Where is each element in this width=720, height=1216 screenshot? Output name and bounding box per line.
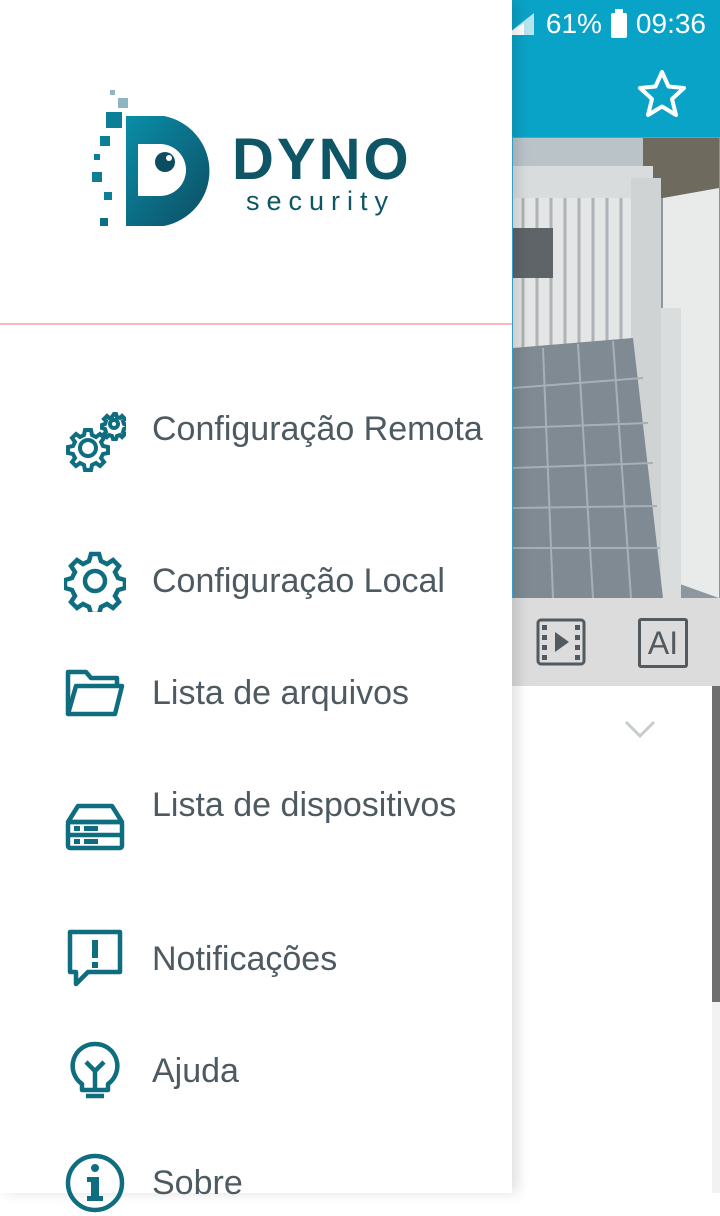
info-icon bbox=[65, 1153, 125, 1213]
battery-percent: 61% bbox=[545, 8, 602, 39]
camera-live-view[interactable] bbox=[512, 137, 720, 599]
menu-item-lista-de-dispositivos[interactable]: Lista de dispositivos bbox=[0, 776, 512, 884]
menu-item-configuracao-remota[interactable]: Configuração Remota bbox=[0, 398, 512, 506]
clock: 09:36 bbox=[635, 8, 706, 39]
menu-item-configuracao-local[interactable]: Configuração Local bbox=[0, 548, 512, 614]
menu-label-configuracao-remota: Configuração Remota bbox=[152, 410, 483, 448]
camera-frame-image bbox=[513, 138, 719, 598]
menu-item-notificacoes[interactable]: Notificações bbox=[0, 926, 512, 992]
menu-label-lista-de-arquivos: Lista de arquivos bbox=[152, 674, 410, 712]
chevron-down-icon[interactable] bbox=[620, 712, 660, 746]
menu-label-ajuda: Ajuda bbox=[152, 1052, 239, 1090]
menu-label-lista-de-dispositivos: Lista de dispositivos bbox=[152, 786, 457, 824]
status-indicators: 61% 09:36 bbox=[504, 8, 706, 40]
ai-icon[interactable]: AI bbox=[638, 618, 688, 668]
menu-label-configuracao-local: Configuração Local bbox=[152, 562, 445, 600]
lower-panel bbox=[512, 686, 712, 1193]
logo-subtitle: security bbox=[246, 186, 396, 216]
ai-label: AI bbox=[647, 625, 679, 661]
camera-toolbar: AI bbox=[512, 598, 720, 686]
logo-title: DYNO bbox=[232, 127, 412, 192]
folder-icon bbox=[65, 669, 125, 717]
battery-icon bbox=[610, 9, 627, 38]
dyno-logo-icon bbox=[92, 90, 210, 226]
lightbulb-icon bbox=[70, 1041, 120, 1099]
gears-icon bbox=[66, 412, 126, 472]
dvr-device-icon bbox=[65, 803, 125, 851]
star-icon[interactable] bbox=[636, 68, 688, 120]
menu-item-lista-de-arquivos[interactable]: Lista de arquivos bbox=[0, 660, 512, 726]
drawer-divider bbox=[0, 323, 512, 325]
navigation-drawer: DYNO security Configuração Remota Config… bbox=[0, 0, 512, 1213]
menu-label-sobre: Sobre bbox=[152, 1164, 243, 1202]
alert-message-icon bbox=[67, 929, 123, 987]
menu-label-notificacoes: Notificações bbox=[152, 940, 338, 978]
menu-item-sobre[interactable]: Sobre bbox=[0, 1150, 512, 1216]
video-playback-icon[interactable] bbox=[536, 618, 586, 666]
scrollbar[interactable] bbox=[712, 686, 720, 1002]
menu-item-ajuda[interactable]: Ajuda bbox=[0, 1038, 512, 1104]
drawer-header: DYNO security bbox=[0, 0, 512, 324]
gear-icon bbox=[64, 551, 126, 612]
